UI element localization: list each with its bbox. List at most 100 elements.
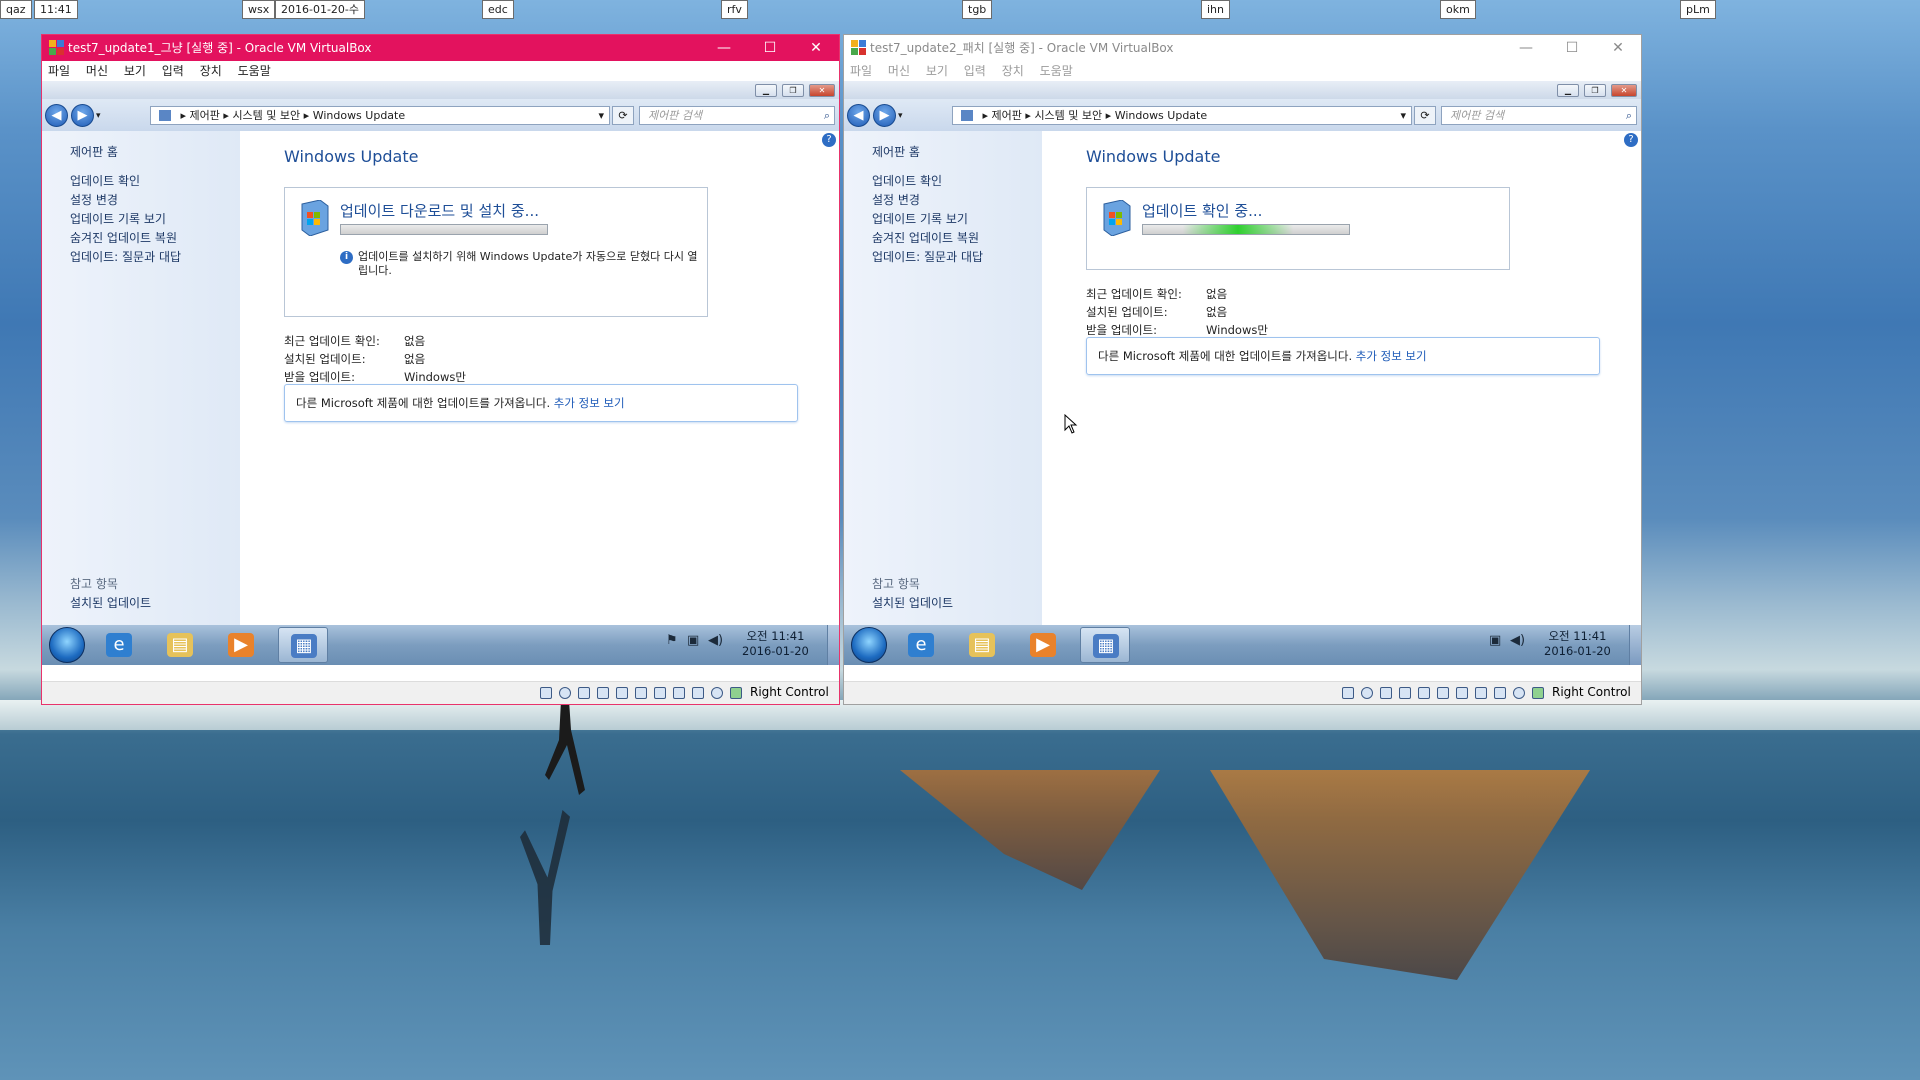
breadcrumb-windows-update[interactable]: Windows Update bbox=[1115, 109, 1207, 122]
sidebar-installed-updates[interactable]: 설치된 업데이트 bbox=[872, 594, 953, 611]
address-dropdown-icon[interactable]: ▾ bbox=[1400, 107, 1406, 124]
show-desktop-button[interactable] bbox=[827, 625, 839, 665]
keyboard-capture-icon[interactable] bbox=[1532, 687, 1544, 699]
address-bar[interactable]: ▸ 제어판 ▸ 시스템 및 보안 ▸ Windows Update ▾ bbox=[150, 106, 610, 125]
sidebar-check-updates[interactable]: 업데이트 확인 bbox=[70, 172, 140, 189]
workspace-tag[interactable]: okm bbox=[1440, 0, 1476, 19]
workspace-tag[interactable]: wsx bbox=[242, 0, 276, 19]
recent-pages-icon[interactable]: ▾ bbox=[96, 111, 101, 121]
learn-more-link[interactable]: 추가 정보 보기 bbox=[1356, 349, 1427, 363]
taskbar-media-player-icon[interactable]: ▶ bbox=[1018, 627, 1068, 663]
menu-input[interactable]: 입력 bbox=[162, 64, 184, 78]
taskbar-ie-icon[interactable]: e bbox=[94, 627, 144, 663]
workspace-tag[interactable]: ihn bbox=[1201, 0, 1230, 19]
menu-devices[interactable]: 장치 bbox=[200, 64, 222, 78]
clock[interactable]: 오전 11:41 2016-01-20 bbox=[1544, 629, 1611, 659]
refresh-button[interactable]: ⟳ bbox=[1414, 106, 1436, 125]
usb-icon[interactable] bbox=[1418, 687, 1430, 699]
guest-minimize-button[interactable]: ▁ bbox=[755, 84, 777, 97]
network-adapter-icon[interactable] bbox=[1399, 687, 1411, 699]
volume-icon[interactable]: ◀) bbox=[1510, 633, 1525, 648]
guest-close-button[interactable]: ✕ bbox=[1611, 84, 1637, 97]
workspace-tag[interactable]: edc bbox=[482, 0, 514, 19]
forward-button[interactable]: ▶ bbox=[71, 104, 94, 127]
minimize-button[interactable]: — bbox=[701, 35, 747, 61]
guest-screen[interactable]: ▁ ❐ ✕ ◀ ▶ ▾ ▸ 제어판 ▸ 시스템 및 보안 ▸ Windows U… bbox=[42, 81, 839, 681]
sidebar-change-settings[interactable]: 설정 변경 bbox=[70, 191, 118, 208]
close-button[interactable]: ✕ bbox=[793, 35, 839, 61]
breadcrumb-system-security[interactable]: 시스템 및 보안 bbox=[232, 109, 300, 122]
workspace-tag[interactable]: tgb bbox=[962, 0, 993, 19]
optical-drive-icon[interactable] bbox=[1361, 687, 1373, 699]
guest-close-button[interactable]: ✕ bbox=[809, 84, 835, 97]
refresh-button[interactable]: ⟳ bbox=[612, 106, 634, 125]
recent-pages-icon[interactable]: ▾ bbox=[898, 111, 903, 121]
shared-folder-icon[interactable] bbox=[1437, 687, 1449, 699]
start-button[interactable] bbox=[49, 627, 85, 663]
audio-icon[interactable] bbox=[1380, 687, 1392, 699]
forward-button[interactable]: ▶ bbox=[873, 104, 896, 127]
hdd-icon[interactable] bbox=[1342, 687, 1354, 699]
sidebar-view-history[interactable]: 업데이트 기록 보기 bbox=[70, 210, 166, 227]
search-input[interactable]: 제어판 검색 ⌕ bbox=[1441, 106, 1637, 125]
close-button[interactable]: ✕ bbox=[1595, 35, 1641, 61]
start-button[interactable] bbox=[851, 627, 887, 663]
workspace-tag[interactable]: 11:41 bbox=[34, 0, 78, 19]
back-button[interactable]: ◀ bbox=[847, 104, 870, 127]
help-icon[interactable]: ? bbox=[822, 133, 836, 147]
mouse-integration-icon[interactable] bbox=[1513, 687, 1525, 699]
sidebar-view-history[interactable]: 업데이트 기록 보기 bbox=[872, 210, 968, 227]
sidebar-change-settings[interactable]: 설정 변경 bbox=[872, 191, 920, 208]
menu-view[interactable]: 보기 bbox=[926, 64, 948, 78]
back-button[interactable]: ◀ bbox=[45, 104, 68, 127]
menu-view[interactable]: 보기 bbox=[124, 64, 146, 78]
menu-machine[interactable]: 머신 bbox=[888, 64, 910, 78]
menu-help[interactable]: 도움말 bbox=[238, 64, 271, 78]
minimize-button[interactable]: — bbox=[1503, 35, 1549, 61]
capture-icon[interactable] bbox=[673, 687, 685, 699]
sidebar-check-updates[interactable]: 업데이트 확인 bbox=[872, 172, 942, 189]
menu-input[interactable]: 입력 bbox=[964, 64, 986, 78]
guest-minimize-button[interactable]: ▁ bbox=[1557, 84, 1579, 97]
network-icon[interactable]: ▣ bbox=[687, 633, 699, 648]
guest-screen[interactable]: ▁ ❐ ✕ ◀ ▶ ▾ ▸ 제어판 ▸ 시스템 및 보안 ▸ Windows U… bbox=[844, 81, 1641, 681]
display-icon[interactable] bbox=[654, 687, 666, 699]
breadcrumb-control-panel[interactable]: 제어판 bbox=[992, 109, 1022, 122]
title-bar[interactable]: test7_update2_패치 [실행 중] - Oracle VM Virt… bbox=[844, 35, 1641, 61]
guest-restore-button[interactable]: ❐ bbox=[1584, 84, 1606, 97]
breadcrumb-control-panel[interactable]: 제어판 bbox=[190, 109, 220, 122]
taskbar-explorer-icon[interactable]: ▤ bbox=[957, 627, 1007, 663]
menu-file[interactable]: 파일 bbox=[48, 64, 70, 78]
taskbar-control-panel-icon[interactable]: ▦ bbox=[1080, 627, 1130, 663]
sidebar-home-link[interactable]: 제어판 홈 bbox=[872, 143, 920, 160]
address-bar[interactable]: ▸ 제어판 ▸ 시스템 및 보안 ▸ Windows Update ▾ bbox=[952, 106, 1412, 125]
audio-icon[interactable] bbox=[578, 687, 590, 699]
show-desktop-button[interactable] bbox=[1629, 625, 1641, 665]
menu-machine[interactable]: 머신 bbox=[86, 64, 108, 78]
workspace-tag[interactable]: rfv bbox=[721, 0, 748, 19]
taskbar-ie-icon[interactable]: e bbox=[896, 627, 946, 663]
title-bar[interactable]: test7_update1_그냥 [실행 중] - Oracle VM Virt… bbox=[42, 35, 839, 61]
taskbar-explorer-icon[interactable]: ▤ bbox=[155, 627, 205, 663]
sidebar-faq[interactable]: 업데이트: 질문과 대답 bbox=[872, 248, 983, 265]
usb-icon[interactable] bbox=[616, 687, 628, 699]
address-dropdown-icon[interactable]: ▾ bbox=[598, 107, 604, 124]
sidebar-restore-hidden[interactable]: 숨겨진 업데이트 복원 bbox=[872, 229, 979, 246]
search-input[interactable]: 제어판 검색 ⌕ bbox=[639, 106, 835, 125]
taskbar-control-panel-icon[interactable]: ▦ bbox=[278, 627, 328, 663]
menu-file[interactable]: 파일 bbox=[850, 64, 872, 78]
taskbar-media-player-icon[interactable]: ▶ bbox=[216, 627, 266, 663]
menu-help[interactable]: 도움말 bbox=[1040, 64, 1073, 78]
hdd-icon[interactable] bbox=[540, 687, 552, 699]
capture-icon[interactable] bbox=[1475, 687, 1487, 699]
display-icon[interactable] bbox=[1456, 687, 1468, 699]
sidebar-faq[interactable]: 업데이트: 질문과 대답 bbox=[70, 248, 181, 265]
shared-folder-icon[interactable] bbox=[635, 687, 647, 699]
network-adapter-icon[interactable] bbox=[597, 687, 609, 699]
virtualization-icon[interactable] bbox=[692, 687, 704, 699]
mouse-integration-icon[interactable] bbox=[711, 687, 723, 699]
virtualization-icon[interactable] bbox=[1494, 687, 1506, 699]
maximize-button[interactable]: ☐ bbox=[747, 35, 793, 61]
maximize-button[interactable]: ☐ bbox=[1549, 35, 1595, 61]
learn-more-link[interactable]: 추가 정보 보기 bbox=[554, 396, 625, 410]
